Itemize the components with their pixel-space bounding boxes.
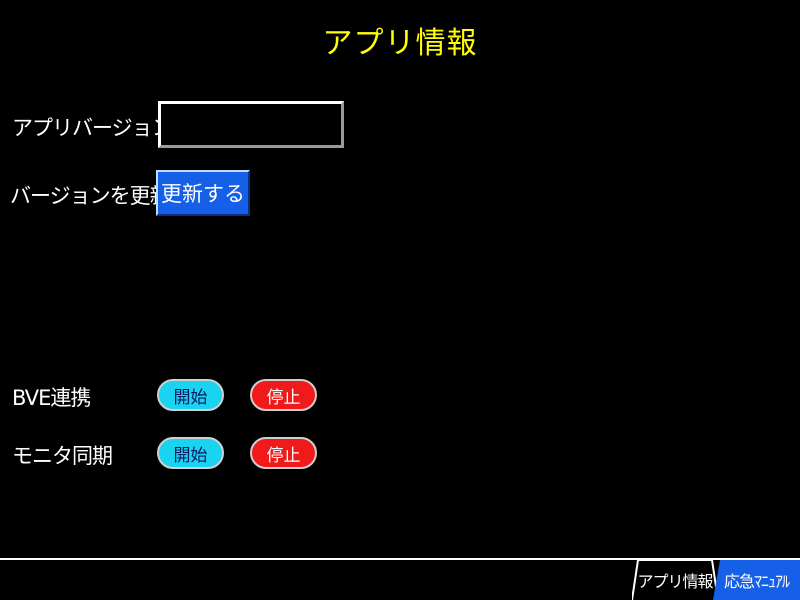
tab-app-info[interactable]: アプリ情報 <box>632 560 718 600</box>
monitor-sync-start-button[interactable]: 開始 <box>157 437 224 469</box>
app-info-screen: アプリ情報 アプリバージョン バージョンを更新 更新する BVE連携 開始 停止… <box>0 0 800 600</box>
update-version-label: バージョンを更新 <box>10 184 171 208</box>
app-version-field[interactable] <box>158 101 344 148</box>
bve-link-stop-button[interactable]: 停止 <box>250 379 317 411</box>
tab-emergency-manual-label: 応急ﾏﾆｭｱﾙ <box>723 572 790 591</box>
monitor-sync-stop-button[interactable]: 停止 <box>250 437 317 469</box>
tab-emergency-manual[interactable]: 応急ﾏﾆｭｱﾙ <box>713 560 800 600</box>
bve-link-label: BVE連携 <box>12 386 91 410</box>
page-title: アプリ情報 <box>322 26 478 61</box>
bve-link-start-button[interactable]: 開始 <box>157 379 224 411</box>
monitor-sync-label: モニタ同期 <box>12 444 113 468</box>
bottom-divider <box>0 558 800 560</box>
tab-app-info-label: アプリ情報 <box>637 572 713 591</box>
app-version-label: アプリバージョン <box>12 116 173 140</box>
update-button[interactable]: 更新する <box>156 170 250 216</box>
